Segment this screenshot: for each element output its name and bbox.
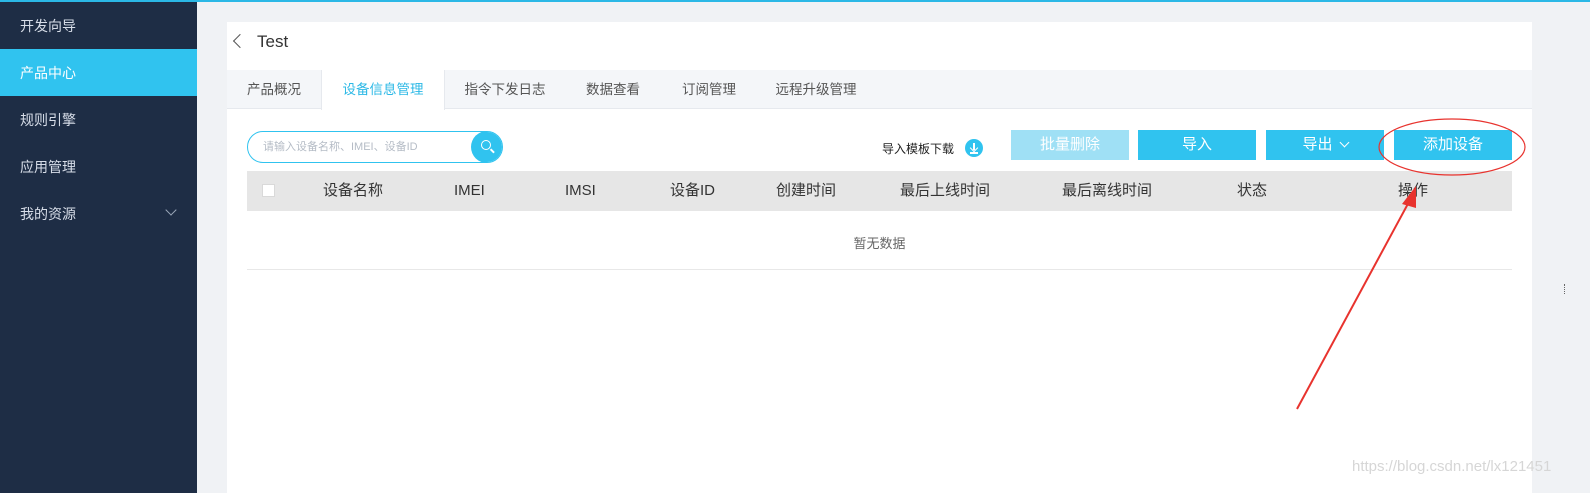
- column-header: 操作: [1398, 182, 1429, 199]
- sidebar-item-label: 我的资源: [20, 205, 76, 222]
- import-button[interactable]: 导入: [1138, 130, 1256, 160]
- chevron-down-icon: [1339, 137, 1349, 148]
- watermark: https://blog.csdn.net/lx121451: [1352, 458, 1552, 475]
- sidebar-item-dev-guide[interactable]: 开发向导: [0, 2, 197, 49]
- add-device-button[interactable]: 添加设备: [1394, 130, 1512, 160]
- tab-subscription[interactable]: 订阅管理: [661, 70, 757, 109]
- search-box: [247, 131, 503, 163]
- search-button[interactable]: [471, 132, 502, 162]
- top-accent-line: [0, 0, 1590, 2]
- batch-delete-button[interactable]: 批量删除: [1011, 130, 1129, 160]
- chevron-down-icon: [165, 204, 177, 216]
- tab-device-info[interactable]: 设备信息管理: [321, 70, 445, 110]
- tab-product-overview[interactable]: 产品概况: [227, 70, 321, 109]
- sidebar-item-my-resources[interactable]: 我的资源: [0, 190, 197, 237]
- table-empty-row: 暂无数据: [247, 211, 1512, 270]
- column-header: 创建时间: [776, 182, 837, 199]
- column-header: IMSI: [565, 182, 596, 199]
- template-download-link[interactable]: 导入模板下载: [882, 140, 954, 157]
- back-arrow-icon[interactable]: [232, 33, 248, 49]
- sidebar-item-label: 规则引擎: [20, 111, 76, 128]
- tab-data-view[interactable]: 数据查看: [565, 70, 661, 109]
- column-header: 最后上线时间: [900, 182, 991, 199]
- table-header: 设备名称 IMEI IMSI 设备ID 创建时间 最后上线时间 最后离线时间 状…: [247, 171, 1512, 211]
- tab-bar: 产品概况 设备信息管理 指令下发日志 数据查看 订阅管理 远程升级管理: [227, 70, 1532, 110]
- column-header: 设备ID: [670, 182, 716, 199]
- sidebar-item-label: 应用管理: [20, 158, 76, 175]
- column-header: 状态: [1237, 182, 1268, 199]
- sidebar-item-product-center[interactable]: 产品中心: [0, 49, 197, 96]
- export-label: 导出: [1302, 136, 1333, 153]
- page-title: Test: [257, 32, 289, 51]
- scrollbar-handle[interactable]: [1564, 284, 1567, 294]
- empty-state-text: 暂无数据: [853, 236, 906, 251]
- tab-remote-upgrade[interactable]: 远程升级管理: [757, 70, 875, 109]
- export-button[interactable]: 导出: [1266, 130, 1384, 160]
- column-header: 设备名称: [323, 182, 384, 199]
- sidebar: 开发向导 产品中心 规则引擎 应用管理 我的资源: [0, 2, 197, 493]
- tab-command-log[interactable]: 指令下发日志: [445, 70, 565, 109]
- column-header: 最后离线时间: [1062, 182, 1153, 199]
- select-all-checkbox[interactable]: [262, 184, 275, 197]
- sidebar-item-app-management[interactable]: 应用管理: [0, 143, 197, 190]
- column-header: IMEI: [454, 182, 485, 199]
- download-icon[interactable]: [965, 139, 983, 157]
- search-input[interactable]: [248, 132, 468, 162]
- main-panel: Test 产品概况 设备信息管理 指令下发日志 数据查看 订阅管理 远程升级管理…: [227, 22, 1532, 493]
- sidebar-item-rule-engine[interactable]: 规则引擎: [0, 96, 197, 143]
- sidebar-item-label: 开发向导: [20, 17, 76, 34]
- sidebar-item-label: 产品中心: [20, 64, 76, 81]
